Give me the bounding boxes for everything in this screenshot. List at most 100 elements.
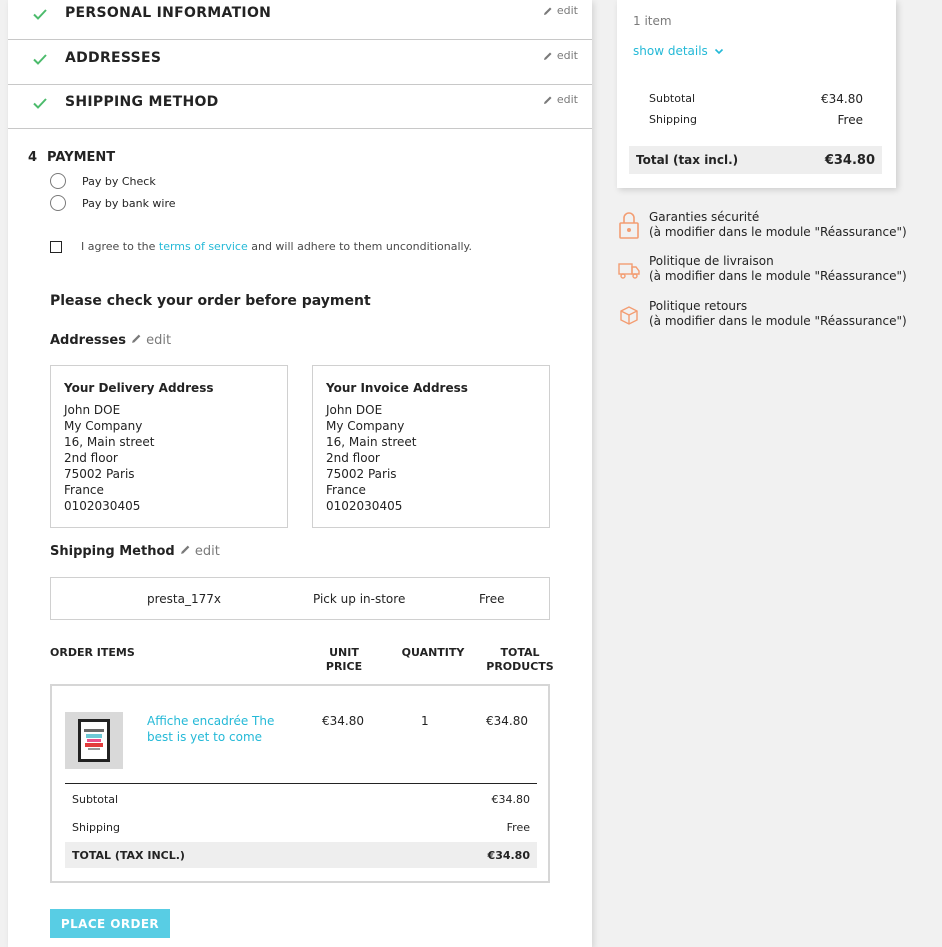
cart-summary: 1 item show details Subtotal €34.80 Ship… [617,0,896,188]
reassurance-delivery: Politique de livraison (à modifier dans … [617,254,937,284]
product-total: €34.80 [486,714,528,728]
show-details-toggle[interactable]: show details [633,44,724,58]
subtotal-value: €34.80 [491,792,531,806]
return-box-icon [620,306,638,325]
total-products-header: TOTAL PRODUCTS [484,646,556,674]
edit-label: edit [556,49,578,62]
header-line: PRODUCTS [486,660,554,673]
address-line: 0102030405 [64,499,141,513]
framed-poster-image [78,719,110,762]
step-shipping-method[interactable]: SHIPPING METHOD edit [8,85,592,129]
edit-addresses-link[interactable]: edit [131,333,171,348]
edit-label: edit [556,4,578,17]
lock-icon [619,212,639,239]
pencil-icon [543,52,552,60]
invoice-address-title: Your Invoice Address [326,381,468,395]
pencil-icon [543,96,552,104]
step-personal-information[interactable]: PERSONAL INFORMATION edit [8,0,592,40]
review-heading: Please check your order before payment [50,293,371,309]
shipping-method-label: Shipping Method [50,544,175,559]
terms-prefix: I agree to the [81,240,156,253]
reassurance-title: Garanties sécurité [649,210,760,224]
order-total-row: TOTAL (TAX INCL.) €34.80 [65,842,537,868]
order-items-table: Affiche encadrée The best is yet to come… [50,684,550,883]
quantity-header: QUANTITY [401,646,465,659]
order-shipping-row: Shipping Free [65,814,537,840]
show-details-label: show details [633,44,708,58]
reassurance-title: Politique retours [649,299,748,313]
edit-link[interactable]: edit [543,93,578,106]
header-line: PRICE [325,660,363,673]
address-line: 16, Main street [64,435,155,449]
address-line: 75002 Paris [64,467,135,481]
terms-of-service-link[interactable]: terms of service [159,240,248,253]
checkout-panel: PERSONAL INFORMATION edit ADDRESSES edit… [8,0,592,947]
step-number: 4 [28,150,38,165]
order-items-header: ORDER ITEMS [50,646,135,659]
edit-shipping-link[interactable]: edit [180,544,220,559]
radio-button[interactable] [50,173,66,189]
reassurance-text: (à modifier dans le module "Réassurance"… [649,225,907,239]
order-subtotal-row: Subtotal €34.80 [65,786,537,812]
delivery-address-card: Your Delivery Address John DOE My Compan… [50,365,288,528]
delivery-address-title: Your Delivery Address [64,381,214,395]
address-line: John DOE [64,403,121,417]
total-label: TOTAL (TAX INCL.) [72,848,185,862]
addresses-label: Addresses [50,333,126,348]
checkmark-icon [33,54,47,65]
cart-total-row: Total (tax incl.) €34.80 [629,146,882,174]
carrier-name: presta_177x [147,592,221,606]
divider [65,783,537,784]
address-line: 2nd floor [64,451,118,465]
product-thumbnail[interactable] [65,712,123,769]
edit-label: edit [556,93,578,106]
cart-subtotal-value: €34.80 [821,92,863,106]
subtotal-label: Subtotal [72,792,119,806]
step-title: ADDRESSES [65,50,162,66]
cart-shipping-label: Shipping [649,113,697,126]
product-unit-price: €34.80 [322,714,364,728]
header-line: TOTAL [500,646,540,659]
product-quantity: 1 [421,714,429,728]
address-line: John DOE [326,403,383,417]
step-title: SHIPPING METHOD [65,94,219,110]
reassurance-text: (à modifier dans le module "Réassurance"… [649,314,907,328]
checkmark-icon [33,9,47,20]
address-line: 75002 Paris [326,467,397,481]
product-name-link[interactable]: Affiche encadrée The best is yet to come [147,713,287,745]
cart-subtotal-label: Subtotal [649,92,696,105]
step-title: PAYMENT [47,150,116,165]
shipping-method-summary: presta_177x Pick up in-store Free [50,577,550,620]
cart-item-count: 1 item [633,14,672,28]
carrier-delay: Pick up in-store [313,592,406,606]
reassurance-text: (à modifier dans le module "Réassurance"… [649,269,907,283]
poster-graphic [84,729,104,750]
edit-label: edit [146,333,172,348]
address-line: 0102030405 [326,499,403,513]
total-value: €34.80 [487,848,530,862]
address-line: 16, Main street [326,435,417,449]
step-title: PERSONAL INFORMATION [65,5,272,21]
payment-option-label: Pay by Check [82,174,156,188]
payment-step-title: 4 PAYMENT [28,150,115,165]
pencil-icon [543,7,552,15]
terms-agreement[interactable]: I agree to the terms of service and will… [50,240,472,253]
edit-link[interactable]: edit [543,4,578,17]
address-line: 2nd floor [326,451,380,465]
terms-checkbox[interactable] [50,240,62,253]
address-line: France [326,483,366,497]
place-order-button[interactable]: PLACE ORDER [50,909,170,938]
edit-link[interactable]: edit [543,49,578,62]
checkmark-icon [33,98,47,109]
chevron-down-icon [714,48,723,55]
edit-label: edit [194,544,220,559]
shipping-label: Shipping [72,820,120,834]
radio-button[interactable] [50,195,66,211]
step-addresses[interactable]: ADDRESSES edit [8,41,592,85]
unit-price-header: UNIT PRICE [320,646,368,674]
invoice-address-card: Your Invoice Address John DOE My Company… [312,365,550,528]
cart-total-value: €34.80 [824,152,875,168]
payment-option-check[interactable]: Pay by Check [50,173,156,189]
payment-option-label: Pay by bank wire [82,196,176,210]
payment-option-bank-wire[interactable]: Pay by bank wire [50,195,176,211]
